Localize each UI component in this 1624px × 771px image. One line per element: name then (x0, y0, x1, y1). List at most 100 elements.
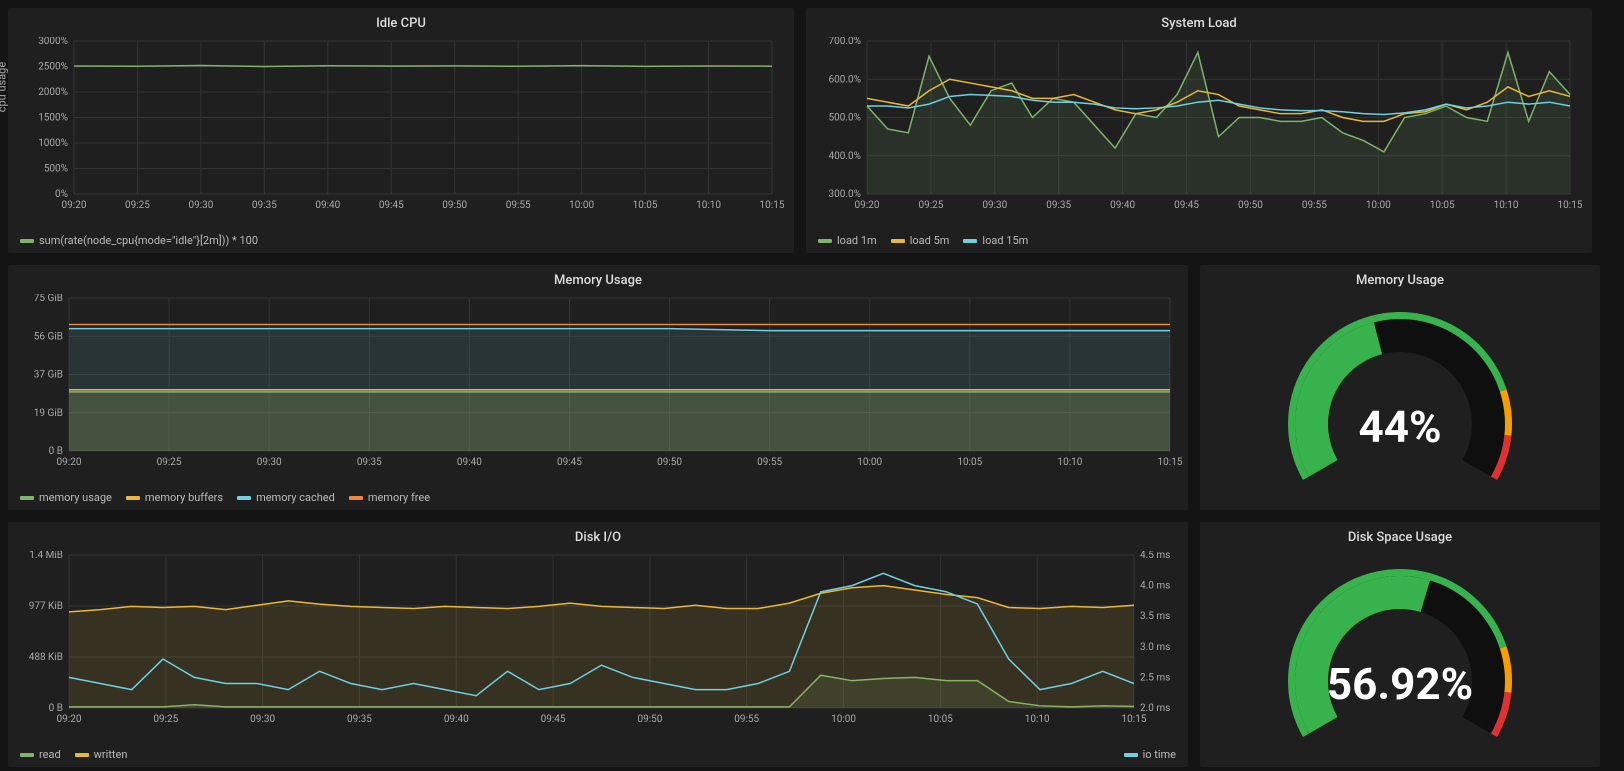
svg-text:09:20: 09:20 (62, 200, 87, 211)
panel-title: Idle CPU (14, 14, 788, 37)
svg-text:600.0%: 600.0% (829, 74, 861, 85)
panel-title: Disk Space Usage (1206, 528, 1594, 551)
svg-text:09:40: 09:40 (444, 714, 469, 725)
panel-memory-usage-ts[interactable]: Memory Usage 0 B19 GiB37 GiB56 GiB75 GiB… (8, 265, 1188, 510)
panel-title: Disk I/O (14, 528, 1182, 551)
svg-text:488 KiB: 488 KiB (29, 652, 63, 663)
legend-item[interactable]: io time (1124, 748, 1176, 761)
svg-text:400.0%: 400.0% (829, 151, 861, 162)
panel-disk-gauge[interactable]: Disk Space Usage 56.92% (1200, 522, 1600, 767)
legend-item[interactable]: written (75, 748, 128, 761)
panel-title: System Load (812, 14, 1586, 37)
gauge-value: 44% (1358, 401, 1441, 453)
gauge-memory: 44% (1206, 294, 1594, 508)
svg-text:09:30: 09:30 (250, 714, 275, 725)
svg-text:10:00: 10:00 (857, 457, 882, 468)
svg-text:1000%: 1000% (38, 138, 68, 149)
legend-system-load: load 1m load 5m load 15m (812, 230, 1586, 251)
svg-text:09:25: 09:25 (157, 457, 182, 468)
svg-text:10:10: 10:10 (1057, 457, 1082, 468)
legend-item[interactable]: memory free (349, 491, 430, 504)
svg-text:10:00: 10:00 (831, 714, 856, 725)
panel-system-load[interactable]: System Load 300.0% 400.0% 500.0% 600.0% 700.… (806, 8, 1592, 253)
svg-text:09:35: 09:35 (357, 457, 382, 468)
chart-disk-io[interactable]: 0 B488 KiB977 KiB1.4 MiB2.0 ms2.5 ms3.0 … (14, 551, 1182, 744)
svg-text:10:05: 10:05 (928, 714, 953, 725)
legend-item[interactable]: memory cached (237, 491, 335, 504)
svg-text:2.5 ms: 2.5 ms (1140, 672, 1170, 683)
svg-text:09:30: 09:30 (188, 200, 213, 211)
svg-text:0 B: 0 B (49, 703, 63, 714)
panel-idle-cpu[interactable]: Idle CPU cpu usage 0%500%1000%1500%2000%… (8, 8, 794, 253)
gauge-disk: 56.92% (1206, 551, 1594, 765)
legend-item[interactable]: memory buffers (126, 491, 223, 504)
svg-text:3000%: 3000% (38, 37, 68, 47)
gauge-value: 56.92% (1327, 658, 1473, 710)
svg-text:10:05: 10:05 (957, 457, 982, 468)
svg-text:0%: 0% (55, 189, 68, 200)
svg-text:09:20: 09:20 (855, 200, 880, 211)
svg-text:19 GiB: 19 GiB (34, 408, 63, 419)
svg-text:2000%: 2000% (38, 87, 68, 98)
svg-text:4.0 ms: 4.0 ms (1140, 581, 1170, 592)
svg-text:10:15: 10:15 (1122, 714, 1147, 725)
svg-text:09:25: 09:25 (153, 714, 178, 725)
chart-idle-cpu[interactable]: 0% 500% 1000% 1500% 2000% 2500% 3000% 09:20 09:2… (14, 37, 788, 230)
svg-text:09:45: 09:45 (557, 457, 582, 468)
svg-text:09:35: 09:35 (1046, 200, 1071, 211)
chart-system-load[interactable]: 300.0% 400.0% 500.0% 600.0% 700.0% 09:20 09:25… (812, 37, 1586, 230)
svg-text:10:05: 10:05 (1430, 200, 1455, 211)
legend-item[interactable]: sum(rate(node_cpu{mode="idle"}[2m])) * 1… (20, 234, 258, 247)
svg-text:09:35: 09:35 (347, 714, 372, 725)
svg-text:75 GiB: 75 GiB (34, 294, 63, 304)
panel-title: Memory Usage (14, 271, 1182, 294)
svg-text:10:10: 10:10 (1494, 200, 1519, 211)
y-axis-label: cpu usage (0, 61, 9, 111)
legend-item[interactable]: load 5m (891, 234, 950, 247)
svg-text:3.5 ms: 3.5 ms (1140, 611, 1170, 622)
svg-text:1500%: 1500% (38, 113, 68, 124)
svg-text:10:05: 10:05 (633, 200, 658, 211)
panel-disk-io[interactable]: Disk I/O 0 B488 KiB977 KiB1.4 MiB2.0 ms2… (8, 522, 1188, 767)
svg-text:09:40: 09:40 (457, 457, 482, 468)
svg-text:09:20: 09:20 (57, 714, 82, 725)
svg-text:09:30: 09:30 (982, 200, 1007, 211)
svg-text:09:50: 09:50 (442, 200, 467, 211)
svg-text:09:30: 09:30 (257, 457, 282, 468)
legend-item[interactable]: read (20, 748, 61, 761)
svg-text:09:50: 09:50 (657, 457, 682, 468)
svg-text:09:25: 09:25 (125, 200, 150, 211)
svg-text:09:50: 09:50 (1238, 200, 1263, 211)
chart-memory-usage[interactable]: 0 B19 GiB37 GiB56 GiB75 GiB09:2009:2509:… (14, 294, 1182, 487)
legend-item[interactable]: memory usage (20, 491, 112, 504)
svg-text:10:10: 10:10 (696, 200, 721, 211)
svg-text:09:45: 09:45 (541, 714, 566, 725)
svg-text:09:25: 09:25 (918, 200, 943, 211)
panel-memory-gauge[interactable]: Memory Usage 44% (1200, 265, 1600, 510)
svg-text:4.5 ms: 4.5 ms (1140, 551, 1170, 561)
svg-text:10:00: 10:00 (569, 200, 594, 211)
svg-text:09:20: 09:20 (57, 457, 82, 468)
legend-item[interactable]: load 15m (963, 234, 1028, 247)
svg-text:300.0%: 300.0% (829, 189, 861, 200)
legend-disk-io: read written io time (14, 744, 1182, 765)
svg-text:10:15: 10:15 (760, 200, 784, 211)
legend-idle-cpu: sum(rate(node_cpu{mode="idle"}[2m])) * 1… (14, 230, 788, 251)
svg-text:10:10: 10:10 (1025, 714, 1050, 725)
svg-text:3.0 ms: 3.0 ms (1140, 642, 1170, 653)
svg-text:09:55: 09:55 (506, 200, 531, 211)
svg-text:977 KiB: 977 KiB (29, 601, 63, 612)
svg-text:500%: 500% (44, 164, 68, 175)
svg-text:09:55: 09:55 (1302, 200, 1327, 211)
svg-text:500.0%: 500.0% (829, 113, 861, 124)
legend-memory-usage: memory usage memory buffers memory cache… (14, 487, 1182, 508)
svg-text:10:15: 10:15 (1558, 200, 1582, 211)
svg-text:2.0 ms: 2.0 ms (1140, 703, 1170, 714)
svg-text:2500%: 2500% (38, 62, 68, 73)
svg-text:10:15: 10:15 (1158, 457, 1182, 468)
legend-item[interactable]: load 1m (818, 234, 877, 247)
svg-text:0 B: 0 B (49, 446, 63, 457)
svg-text:10:00: 10:00 (1366, 200, 1391, 211)
svg-text:700.0%: 700.0% (829, 37, 861, 47)
svg-text:09:45: 09:45 (1174, 200, 1199, 211)
